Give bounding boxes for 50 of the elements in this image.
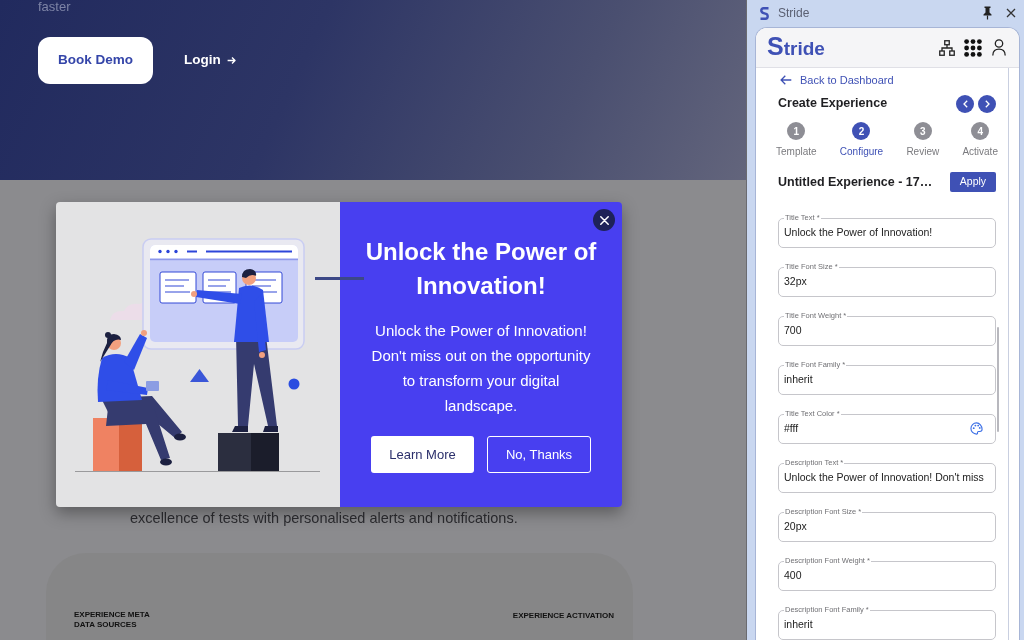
back-link[interactable]: Back to Dashboard: [780, 72, 894, 88]
field-input[interactable]: inherit: [784, 614, 990, 634]
step-label: Activate: [962, 146, 998, 158]
page-heading: Create Experience: [778, 95, 888, 113]
promo-title: Unlock the Power of Innovation!: [364, 237, 598, 301]
card-heading: EXPERIENCE META DATA SOURCES: [74, 610, 151, 630]
login-link[interactable]: Login: [184, 50, 236, 71]
apply-button[interactable]: Apply: [950, 172, 996, 192]
back-arrow-icon: [780, 75, 792, 85]
field-input[interactable]: 400: [784, 565, 990, 585]
app-logo: Stride: [767, 34, 825, 61]
field-input[interactable]: 700: [784, 320, 990, 340]
body-text: excellence of tests with personalised alerts and notifications.: [130, 509, 518, 528]
chevron-right-icon: [984, 99, 990, 108]
experience-name: Untitled Experience - 17…: [778, 173, 933, 191]
dot-icon: [288, 378, 300, 390]
field-input[interactable]: Unlock the Power of Innovation! Don't miss: [784, 467, 990, 487]
field-input[interactable]: #fff: [784, 418, 970, 438]
triangle-icon: [190, 369, 209, 382]
pedestal-drawing: [218, 433, 279, 471]
demo-button[interactable]: Book Demo: [38, 37, 153, 84]
scrollbar-thumb[interactable]: [997, 327, 999, 432]
panel-title: Stride: [778, 6, 810, 20]
hero-caption: faster: [38, 0, 71, 14]
pin-icon[interactable]: [983, 6, 992, 20]
step-label: Review: [906, 146, 940, 158]
promo-description: Unlock the Power of Innovation! Don't miss out on the opportunity to transform your digital landscape.: [370, 321, 592, 416]
field-input[interactable]: Unlock the Power of Innovation!: [784, 222, 990, 242]
arrow-right-icon: [226, 56, 236, 65]
dash-line: [315, 277, 364, 280]
field-input[interactable]: inherit: [784, 369, 990, 389]
step-label: Configure: [839, 146, 884, 158]
chevron-left-icon: [962, 99, 968, 108]
close-icon: [1006, 8, 1016, 18]
close-button[interactable]: [1006, 8, 1016, 18]
app-logo-icon: [760, 6, 769, 20]
user-icon[interactable]: [992, 39, 1006, 56]
card-heading: EXPERIENCE ACTIVATION: [512, 611, 614, 621]
field-input[interactable]: 32px: [784, 271, 990, 291]
palette-icon[interactable]: [970, 421, 983, 435]
field-input[interactable]: 20px: [784, 516, 990, 536]
close-icon: [599, 215, 609, 225]
step-label: Template: [776, 146, 817, 158]
apps-grid-icon[interactable]: [964, 38, 982, 57]
next-button[interactable]: [978, 94, 996, 113]
hierarchy-icon[interactable]: [939, 39, 955, 56]
previous-button[interactable]: [956, 94, 974, 113]
seat-block-drawing: [93, 418, 142, 471]
dismiss-button[interactable]: No, Thanks: [487, 436, 591, 473]
learn-more-button[interactable]: Learn More: [371, 436, 474, 473]
